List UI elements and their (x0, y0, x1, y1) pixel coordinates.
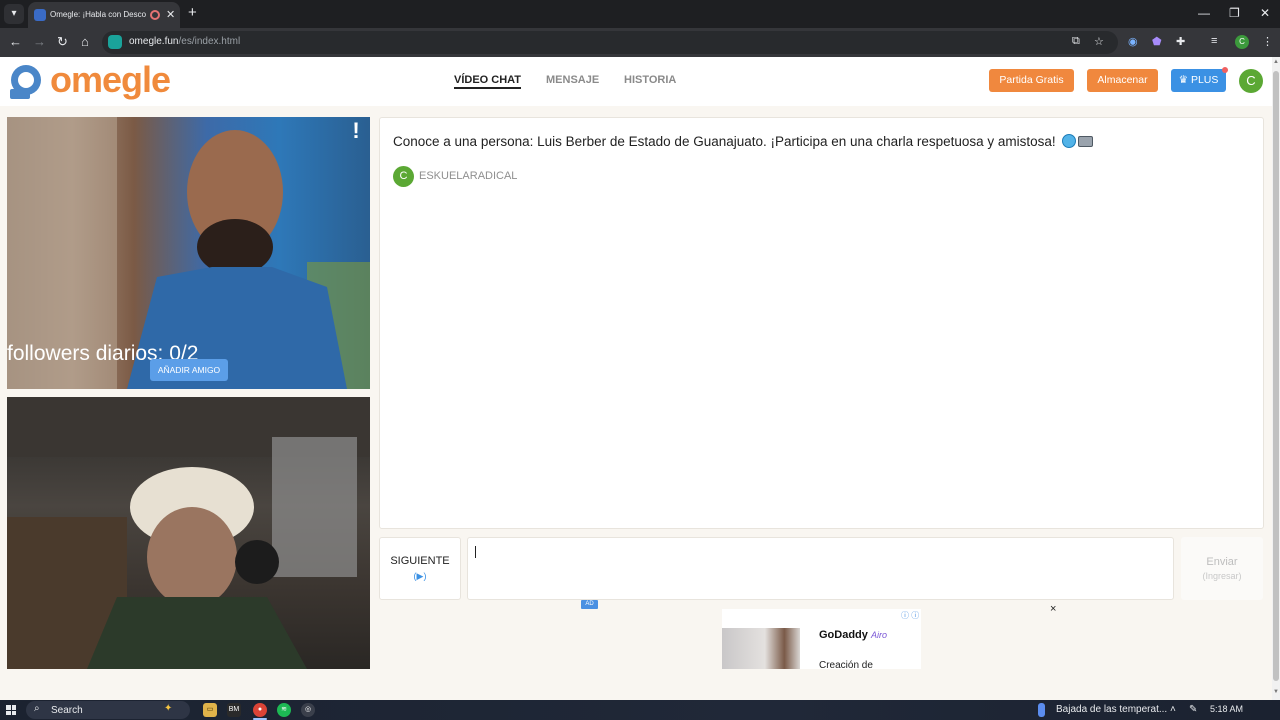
globe-icon (1062, 134, 1077, 148)
user-avatar[interactable]: C (1239, 69, 1263, 93)
scroll-down-icon[interactable]: ▼ (1273, 689, 1279, 695)
nav-history[interactable]: HISTORIA (624, 74, 676, 86)
tab-title: Omegle: ¡Habla con Descon (50, 10, 146, 19)
ad-close-icon[interactable]: × (1050, 603, 1056, 615)
reload-icon[interactable]: ↻ (57, 34, 68, 50)
plus-label: PLUS (1190, 74, 1219, 86)
next-button[interactable]: SIGUIENTE (▶) (379, 537, 461, 600)
message-input[interactable] (467, 537, 1174, 600)
clock[interactable]: 5:18 AM (1210, 704, 1243, 714)
tab-search-icon[interactable]: ▾ (4, 4, 24, 24)
media-queue-icon[interactable]: ≡ (1211, 35, 1217, 47)
send-label: Enviar (1206, 556, 1238, 568)
send-button[interactable]: Enviar (Ingresar) (1181, 537, 1263, 600)
text-caret (475, 546, 476, 558)
ad-image[interactable] (722, 628, 800, 669)
bm-app-icon[interactable]: BM (227, 703, 241, 717)
tab-favicon-icon (34, 9, 46, 21)
extension-shield-icon[interactable]: ⬟ (1152, 35, 1162, 48)
plus-button[interactable]: ♛ PLUS (1171, 69, 1226, 92)
menu-kebab-icon[interactable]: ⋮ (1262, 35, 1273, 48)
extension-audio-icon[interactable]: ◉ (1128, 35, 1138, 48)
tab-close-icon[interactable]: ✕ (166, 8, 175, 21)
copilot-sparkle-icon: ✦ (164, 703, 173, 714)
home-icon[interactable]: ⌂ (81, 34, 89, 49)
omegle-logo-icon[interactable] (6, 63, 46, 101)
add-friend-button[interactable]: AÑADIR AMIGO (150, 359, 228, 381)
ad-brand-name: GoDaddy (819, 629, 868, 641)
nav-messages[interactable]: MENSAJE (546, 74, 599, 86)
windows-taskbar: ⌕ Search ✦ ▭ BM ● ≋ ◎ Bajada de las temp… (0, 700, 1280, 720)
minimize-button[interactable]: — (1198, 6, 1210, 20)
logo-text[interactable]: omegle (50, 59, 171, 101)
chat-intro-text: Conoce a una persona: Luis Berber de Est… (393, 134, 1056, 149)
taskbar-search-label: Search (51, 705, 83, 716)
back-icon[interactable]: ← (9, 34, 22, 49)
weather-text[interactable]: Bajada de las temperat... (1056, 704, 1167, 715)
ad-text: Creación de (819, 660, 873, 669)
address-bar[interactable]: omegle.fun/es/index.html ⧉ ☆ (102, 31, 1118, 54)
install-app-icon[interactable]: ⧉ (1072, 35, 1080, 48)
next-shortcut-hint: (▶) (413, 571, 427, 581)
chat-user-avatar: C (393, 166, 414, 187)
thermometer-icon[interactable] (1038, 703, 1045, 717)
store-button[interactable]: Almacenar (1087, 69, 1158, 92)
bookmark-star-icon[interactable]: ☆ (1094, 35, 1104, 48)
free-game-button[interactable]: Partida Gratis (989, 69, 1074, 92)
next-label: SIGUIENTE (390, 555, 450, 567)
ad-info-icon[interactable]: ⓘ ⓘ (901, 610, 919, 621)
new-tab-button[interactable]: + (188, 4, 197, 21)
browser-profile-avatar[interactable]: C (1235, 35, 1249, 49)
start-windows-icon[interactable] (6, 705, 16, 715)
send-shortcut-hint: (Ingresar) (1202, 571, 1242, 581)
url-text: omegle.fun/es/index.html (129, 36, 241, 47)
obs-icon[interactable]: ◎ (301, 703, 315, 717)
page-scrollbar[interactable]: ▲ ▼ (1272, 57, 1280, 700)
self-video-frame (7, 397, 370, 669)
ad-banner[interactable]: ⓘ ⓘ GoDaddy Airo Creación de (722, 609, 921, 669)
pen-icon[interactable]: ✎ (1189, 704, 1197, 715)
ad-brand-suffix: Airo (870, 630, 887, 640)
search-icon: ⌕ (34, 703, 40, 714)
nav-video-chat[interactable]: VÍDEO CHAT (454, 74, 522, 89)
browser-tab-bar: ▾ Omegle: ¡Habla con Descon ✕ + — ❐ ✕ (0, 0, 1280, 28)
scroll-up-icon[interactable]: ▲ (1273, 59, 1279, 65)
chrome-icon[interactable]: ● (253, 703, 267, 717)
browser-toolbar: ← → ↻ ⌂ omegle.fun/es/index.html ⧉ ☆ ◉ ⬟… (0, 28, 1280, 57)
report-button[interactable]: ! (350, 120, 362, 142)
chat-intro-message: Conoce a una persona: Luis Berber de Est… (393, 134, 1094, 149)
browser-tab[interactable]: Omegle: ¡Habla con Descon ✕ (28, 2, 180, 28)
site-info-icon[interactable] (108, 35, 122, 49)
notification-dot (1222, 67, 1228, 73)
chat-log: Conoce a una persona: Luis Berber de Est… (379, 117, 1264, 529)
file-explorer-icon[interactable]: ▭ (203, 703, 217, 717)
site-header: omegle VÍDEO CHAT MENSAJE HISTORIA Parti… (0, 57, 1272, 106)
tray-chevron-icon[interactable]: ˄ (1170, 704, 1176, 715)
chat-username: ESKUELARADICAL (419, 170, 518, 182)
forward-icon[interactable]: → (33, 34, 46, 49)
spotify-icon[interactable]: ≋ (277, 703, 291, 717)
ad-brand: GoDaddy Airo (819, 629, 887, 641)
tv-icon (1078, 136, 1094, 147)
taskbar-search[interactable]: ⌕ Search ✦ (26, 701, 190, 719)
recording-icon (150, 10, 160, 20)
self-video (7, 397, 370, 669)
close-window-button[interactable]: ✕ (1260, 6, 1270, 20)
crown-icon: ♛ (1178, 74, 1191, 86)
ad-badge: AD (581, 600, 598, 609)
restore-button[interactable]: ❐ (1229, 6, 1240, 20)
scroll-thumb[interactable] (1273, 71, 1279, 681)
stranger-video: ! followers diarios: 0/2 AÑADIR AMIGO (7, 117, 370, 389)
extensions-puzzle-icon[interactable]: ✚ (1176, 35, 1185, 48)
